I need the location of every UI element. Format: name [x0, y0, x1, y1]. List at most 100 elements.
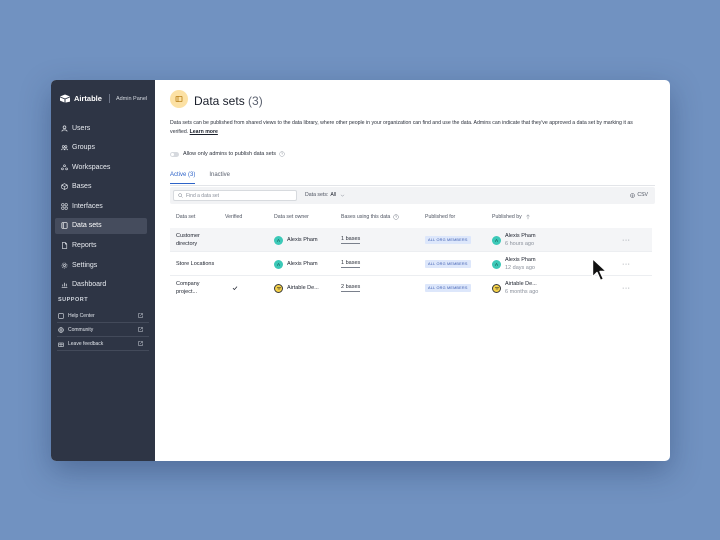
- brand[interactable]: Airtable Admin Panel: [59, 94, 147, 103]
- tab-inactive[interactable]: Inactive: [209, 172, 230, 184]
- published-by-cell: A Alexis Pham 6 hours ago: [492, 228, 536, 252]
- bases-link[interactable]: 1 bases: [341, 236, 361, 244]
- cube-icon: [61, 183, 68, 191]
- sidebar-item-label: Groups: [72, 144, 95, 152]
- owner-name: Airtable De...: [287, 285, 319, 291]
- external-link-icon: [138, 341, 143, 346]
- column-header-bases-label: Bases using this data: [341, 214, 391, 220]
- avatar: A: [274, 259, 283, 269]
- help-icon[interactable]: [279, 151, 285, 157]
- bases-link[interactable]: 1 bases: [341, 260, 361, 268]
- bases-link[interactable]: 2 bases: [341, 284, 361, 292]
- column-header-verified[interactable]: Verified: [225, 214, 242, 220]
- admin-only-toggle[interactable]: [170, 151, 179, 157]
- table-row[interactable]: Company project... Airtable De... 2 base…: [170, 276, 652, 300]
- publisher-info: Airtable De... 6 months ago: [505, 280, 538, 296]
- support-item-label: Community: [68, 326, 94, 333]
- support-item-label: Leave feedback: [68, 340, 104, 347]
- column-header-published-by[interactable]: Published by: [492, 214, 531, 220]
- info-icon[interactable]: [393, 214, 399, 220]
- learn-more-link[interactable]: Learn more: [190, 129, 218, 135]
- tabs: Active (3) Inactive: [170, 172, 244, 184]
- support-item-help-center[interactable]: Help Center: [57, 309, 149, 323]
- table-toolbar: Data sets: All CSV: [170, 187, 655, 204]
- chart-icon: [61, 281, 68, 288]
- status-badge: ALL ORG MEMBERS: [425, 260, 471, 268]
- publisher-name: Airtable De...: [505, 281, 537, 287]
- verified-cell: [232, 276, 238, 300]
- published-time: 6 hours ago: [505, 241, 535, 247]
- more-options-button[interactable]: ···: [622, 252, 631, 276]
- support-heading: SUPPORT: [58, 297, 89, 303]
- sidebar-item-label: Bases: [72, 183, 92, 191]
- page-title-text: Data sets: [194, 94, 245, 108]
- more-options-button[interactable]: ···: [622, 228, 631, 252]
- sidebar-item-groups[interactable]: Groups: [55, 140, 147, 156]
- brand-name: Airtable: [74, 94, 102, 103]
- search-box: [173, 190, 297, 201]
- sidebar-item-label: Workspaces: [72, 163, 111, 171]
- status-badge: ALL ORG MEMBERS: [425, 236, 471, 244]
- published-for-cell: ALL ORG MEMBERS: [425, 276, 471, 300]
- data-set-owner: A Alexis Pham: [274, 252, 318, 276]
- more-options-button[interactable]: ···: [622, 276, 631, 300]
- chevron-down-icon: [340, 194, 345, 197]
- sidebar-item-data-sets[interactable]: Data sets: [55, 217, 147, 234]
- external-link-icon: [138, 327, 143, 332]
- sidebar-item-users[interactable]: Users: [55, 120, 147, 136]
- filter-label: Data sets:: [305, 192, 329, 198]
- support-item-leave-feedback[interactable]: Leave feedback: [57, 337, 149, 351]
- column-header-published-for[interactable]: Published for: [425, 214, 455, 220]
- owner-name: Alexis Pham: [287, 237, 318, 243]
- data-set-name[interactable]: Customer directory: [176, 228, 220, 252]
- dataset-icon: [61, 222, 68, 230]
- column-header-owner[interactable]: Data set owner: [274, 214, 309, 220]
- sidebar-item-reports[interactable]: Reports: [55, 238, 147, 254]
- page-description: Data sets can be published from shared v…: [170, 119, 650, 137]
- bot-avatar-icon: [492, 283, 501, 293]
- sidebar-item-settings[interactable]: Settings: [55, 257, 147, 273]
- export-csv-label: CSV: [637, 192, 648, 198]
- checkmark-icon: [232, 286, 238, 291]
- airtable-logo-icon: [60, 94, 70, 103]
- data-set-name[interactable]: Company project...: [176, 276, 220, 300]
- published-for-cell: ALL ORG MEMBERS: [425, 228, 471, 252]
- support-item-label: Help Center: [68, 312, 95, 319]
- sidebar-item-interfaces[interactable]: Interfaces: [55, 198, 147, 214]
- admin-panel-label: Admin Panel: [115, 95, 148, 102]
- column-header-published-by-label: Published by: [492, 214, 522, 220]
- support-item-community[interactable]: Community: [57, 323, 149, 337]
- published-by-cell: Airtable De... 6 months ago: [492, 276, 538, 300]
- published-for-cell: ALL ORG MEMBERS: [425, 252, 471, 276]
- support-list: Help Center Community Leave feedback: [57, 309, 149, 351]
- sidebar-item-dashboard[interactable]: Dashboard: [55, 277, 147, 293]
- publisher-info: Alexis Pham 12 days ago: [505, 256, 536, 272]
- tabs-divider: [170, 185, 655, 186]
- page-title-count: (3): [248, 94, 263, 108]
- sidebar-item-label: Reports: [72, 242, 97, 250]
- table-row[interactable]: Customer directory A Alexis Pham 1 bases…: [170, 228, 652, 252]
- column-header-data-set[interactable]: Data set: [176, 214, 195, 220]
- sidebar-item-label: Dashboard: [72, 281, 107, 289]
- table-row[interactable]: Store Locations A Alexis Pham 1 bases AL…: [170, 252, 652, 276]
- mouse-cursor-icon: [591, 257, 608, 282]
- published-time: 12 days ago: [505, 265, 535, 271]
- sidebar-item-bases[interactable]: Bases: [55, 179, 147, 195]
- user-icon: [61, 125, 68, 132]
- column-header-bases[interactable]: Bases using this data: [341, 214, 399, 220]
- published-time: 6 months ago: [505, 289, 539, 295]
- admin-panel-window: Airtable Admin Panel Users Groups Worksp…: [51, 80, 670, 461]
- sidebar-item-label: Users: [72, 124, 91, 132]
- data-sets-filter[interactable]: Data sets: All: [305, 192, 345, 198]
- export-csv-button[interactable]: CSV: [630, 192, 648, 198]
- search-input[interactable]: [186, 192, 286, 199]
- globe-icon: [58, 326, 64, 333]
- brand-divider: [108, 94, 110, 103]
- sidebar-item-workspaces[interactable]: Workspaces: [55, 159, 147, 175]
- published-by-cell: A Alexis Pham 12 days ago: [492, 252, 536, 276]
- tab-active[interactable]: Active (3): [170, 172, 196, 184]
- toggle-label: Allow only admins to publish data sets: [183, 151, 276, 157]
- sidebar: Airtable Admin Panel Users Groups Worksp…: [51, 80, 155, 461]
- bases-using-cell: 1 bases: [341, 228, 361, 252]
- data-set-name[interactable]: Store Locations: [176, 252, 220, 276]
